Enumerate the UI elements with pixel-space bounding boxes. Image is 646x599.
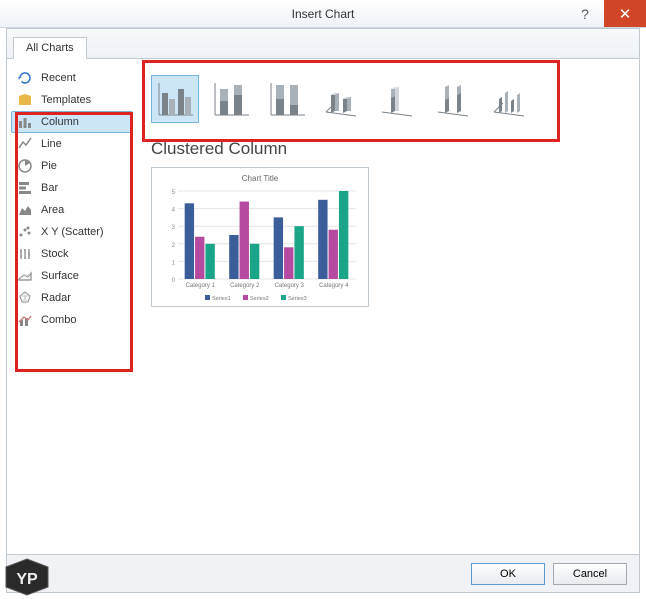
sidebar-item-label: Pie [41, 160, 57, 172]
dialog-footer: OK Cancel [7, 554, 639, 592]
sidebar-item-column[interactable]: Column [11, 111, 133, 133]
svg-text:2: 2 [172, 243, 176, 249]
chart-category-list: Recent Templates Column Line Pie Bar Area X Y (… [7, 59, 137, 554]
sidebar-item-bar[interactable]: Bar [11, 177, 133, 199]
yp-watermark: YP [2, 557, 52, 597]
sidebar-item-label: Combo [41, 314, 76, 326]
sidebar-item-label: Recent [41, 72, 76, 84]
subtype-stacked-column[interactable] [207, 75, 255, 123]
help-button[interactable]: ? [566, 0, 604, 27]
sidebar-item-line[interactable]: Line [11, 133, 133, 155]
sidebar-item-area[interactable]: Area [11, 199, 133, 221]
cancel-button[interactable]: Cancel [553, 563, 627, 585]
svg-text:Series3: Series3 [288, 296, 307, 302]
svg-text:4: 4 [172, 208, 176, 214]
ok-button[interactable]: OK [471, 563, 545, 585]
sidebar-item-combo[interactable]: Combo [11, 309, 133, 331]
sidebar-item-stock[interactable]: Stock [11, 243, 133, 265]
window-titlebar: Insert Chart ? ✕ [0, 0, 646, 28]
chart-title: Chart Title [158, 174, 362, 183]
chart-preview[interactable]: Chart Title 0 1 2 3 4 5 Category 1 Category 2 Ca… [151, 167, 369, 307]
svg-text:Category 3: Category 3 [275, 283, 305, 289]
svg-text:Category 1: Category 1 [186, 283, 216, 289]
sidebar-item-x-y-scatter-[interactable]: X Y (Scatter) [11, 221, 133, 243]
close-button[interactable]: ✕ [604, 0, 646, 27]
subtype-3d-stacked-column[interactable] [375, 75, 423, 123]
recent-icon [17, 70, 33, 86]
subtype-3d-column[interactable] [487, 75, 535, 123]
subtype-clustered-column[interactable] [151, 75, 199, 123]
subtype-3d-clustered-column[interactable] [319, 75, 367, 123]
sidebar-item-label: Surface [41, 270, 79, 282]
pie-icon [17, 158, 33, 174]
chart-preview-svg: 0 1 2 3 4 5 Category 1 Category 2 Category 3 Cate… [158, 187, 362, 305]
svg-text:Category 2: Category 2 [230, 283, 260, 289]
stock-icon [17, 246, 33, 262]
sidebar-item-label: Stock [41, 248, 69, 260]
sidebar-item-label: X Y (Scatter) [41, 226, 104, 238]
sidebar-item-label: Radar [41, 292, 71, 304]
window-title: Insert Chart [292, 7, 355, 21]
sidebar-item-label: Templates [41, 94, 91, 106]
svg-text:YP: YP [16, 571, 38, 588]
svg-text:Category 4: Category 4 [319, 283, 349, 289]
preview-heading: Clustered Column [151, 139, 629, 159]
svg-text:Series2: Series2 [250, 296, 269, 302]
subtype-100-stacked-column[interactable] [263, 75, 311, 123]
sidebar-item-surface[interactable]: Surface [11, 265, 133, 287]
sidebar-item-templates[interactable]: Templates [11, 89, 133, 111]
svg-text:3: 3 [172, 225, 176, 231]
area-icon [17, 202, 33, 218]
sidebar-item-radar[interactable]: Radar [11, 287, 133, 309]
line-icon [17, 136, 33, 152]
column-icon [17, 114, 33, 130]
surface-icon [17, 268, 33, 284]
sidebar-item-recent[interactable]: Recent [11, 67, 133, 89]
sidebar-item-pie[interactable]: Pie [11, 155, 133, 177]
tab-all-charts[interactable]: All Charts [13, 37, 87, 59]
scatter-icon [17, 224, 33, 240]
bar-icon [17, 180, 33, 196]
sidebar-item-label: Area [41, 204, 64, 216]
tabbar: All Charts [7, 29, 639, 59]
svg-text:1: 1 [172, 260, 176, 266]
svg-text:0: 0 [172, 278, 176, 284]
svg-text:5: 5 [172, 190, 176, 196]
sidebar-item-label: Bar [41, 182, 58, 194]
dialog-frame: All Charts Recent Templates Column Line Pie B… [6, 28, 640, 593]
templates-icon [17, 92, 33, 108]
main-panel: Clustered Column Chart Title 0 1 2 3 4 5 Categ… [137, 59, 639, 554]
subtype-row [151, 69, 629, 135]
sidebar-item-label: Column [41, 116, 79, 128]
combo-icon [17, 312, 33, 328]
radar-icon [17, 290, 33, 306]
svg-text:Series1: Series1 [212, 296, 231, 302]
subtype-3d-100-stacked-column[interactable] [431, 75, 479, 123]
sidebar-item-label: Line [41, 138, 62, 150]
